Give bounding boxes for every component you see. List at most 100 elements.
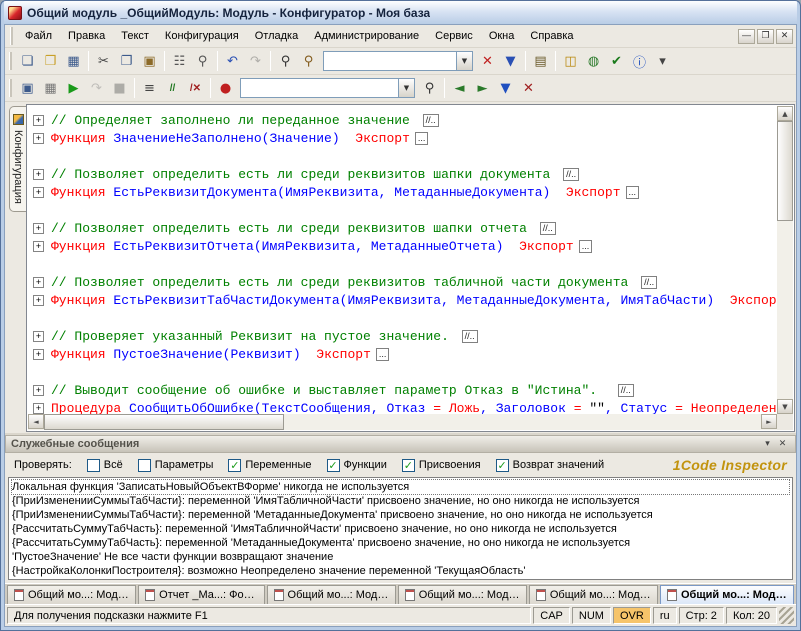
filter-checkbox-6[interactable]: ✓Возврат значений	[496, 459, 605, 472]
status-caps-indicator[interactable]: CAP	[533, 607, 570, 624]
document-tab-1[interactable]: Общий мо...: Модуль	[7, 585, 136, 604]
collapsed-block[interactable]: ...	[376, 348, 390, 361]
menu-item-9[interactable]: Справка	[522, 27, 581, 45]
code-line-13[interactable]: +// Проверяет указанный Реквизит на пуст…	[31, 327, 777, 345]
breakpoint-icon[interactable]: ●	[214, 77, 237, 99]
collapsed-block[interactable]: ...	[579, 240, 593, 253]
fold-expand-icon[interactable]: +	[33, 403, 44, 414]
menu-grip[interactable]	[10, 27, 13, 45]
vertical-scrollbar[interactable]: ▲ ▼	[777, 106, 793, 414]
code-line-1[interactable]: +// Определяет заполнено ли переданное з…	[31, 111, 777, 129]
messages-list[interactable]: Локальная функция 'ЗаписатьНовыйОбъектВФ…	[8, 477, 793, 580]
message-row-6[interactable]: 'ПустоеЗначение' Не все части функции во…	[12, 550, 789, 564]
redo-icon[interactable]: ↷	[244, 50, 267, 72]
find-next-icon[interactable]: ▼	[499, 50, 522, 72]
fold-expand-icon[interactable]: +	[33, 349, 44, 360]
menu-item-1[interactable]: Файл	[17, 27, 60, 45]
procedures-combobox[interactable]: ▼	[240, 78, 415, 98]
document-tab-2[interactable]: Отчет _Ма...: Форма	[138, 585, 264, 604]
collapsed-block[interactable]: //..	[423, 114, 439, 127]
procedures-combobox-dropdown-icon[interactable]: ▼	[398, 79, 414, 97]
status-overwrite-indicator[interactable]: OVR	[613, 607, 651, 624]
templates-icon[interactable]: ▤	[529, 50, 552, 72]
scroll-up-icon[interactable]: ▲	[777, 106, 793, 121]
title-bar[interactable]: Общий модуль _ОбщийМодуль: Модуль - Конф…	[4, 1, 797, 24]
vertical-scroll-thumb[interactable]	[777, 121, 793, 221]
menu-item-8[interactable]: Окна	[481, 27, 523, 45]
fold-expand-icon[interactable]: +	[33, 331, 44, 342]
child-minimize-button[interactable]: ―	[738, 29, 755, 44]
message-row-4[interactable]: {РассчитатьСуммуТабЧасть}: переменной 'И…	[12, 522, 789, 536]
code-line-11[interactable]: +Функция ЕстьРеквизитТабЧастиДокумента(И…	[31, 291, 777, 309]
menu-item-6[interactable]: Администрирование	[306, 27, 427, 45]
comment-block-icon[interactable]: //	[161, 77, 184, 99]
menu-item-4[interactable]: Конфигурация	[157, 27, 247, 45]
vertical-scroll-track[interactable]	[777, 121, 793, 399]
clear-search-icon[interactable]: ✕	[476, 50, 499, 72]
fold-expand-icon[interactable]: +	[33, 187, 44, 198]
document-tab-4[interactable]: Общий мо...: Модуль	[398, 585, 527, 604]
code-line-10[interactable]: +// Позволяет определить есть ли среди р…	[31, 273, 777, 291]
checkbox-icon[interactable]: ✓	[496, 459, 509, 472]
debug-client-icon[interactable]: ◍	[582, 50, 605, 72]
code-editor[interactable]: +// Определяет заполнено ли переданное з…	[26, 104, 795, 432]
status-language-indicator[interactable]: ru	[653, 607, 677, 624]
find-replace-icon[interactable]: ⚲	[297, 50, 320, 72]
scroll-right-icon[interactable]: ►	[761, 414, 777, 429]
forward-icon[interactable]: ►	[471, 77, 494, 99]
code-line-8[interactable]: +Функция ЕстьРеквизитОтчета(ИмяРеквизита…	[31, 237, 777, 255]
collapsed-block[interactable]: //..	[540, 222, 556, 235]
checkbox-icon[interactable]	[138, 459, 151, 472]
cut-icon[interactable]: ✂	[92, 50, 115, 72]
resize-grip[interactable]	[779, 607, 794, 624]
find-icon[interactable]: ⚲	[274, 50, 297, 72]
search-combobox-dropdown-icon[interactable]: ▼	[456, 52, 472, 70]
format-block-icon[interactable]: ≡	[138, 77, 161, 99]
panel-menu-icon[interactable]: ▾	[760, 437, 775, 451]
filter-checkbox-4[interactable]: ✓Функции	[327, 459, 387, 472]
code-line-7[interactable]: +// Позволяет определить есть ли среди р…	[31, 219, 777, 237]
code-line-15[interactable]	[31, 363, 777, 381]
fold-expand-icon[interactable]: +	[33, 133, 44, 144]
fold-expand-icon[interactable]: +	[33, 223, 44, 234]
code-line-3[interactable]	[31, 147, 777, 165]
panel-close-icon[interactable]: ✕	[775, 437, 790, 451]
copy-icon[interactable]: ❐	[115, 50, 138, 72]
save-icon[interactable]: ▦	[62, 50, 85, 72]
checkbox-icon[interactable]: ✓	[402, 459, 415, 472]
code-line-2[interactable]: +Функция ЗначениеНеЗаполнено(Значение) Э…	[31, 129, 777, 147]
filter-checkbox-3[interactable]: ✓Переменные	[228, 459, 311, 472]
step-over-icon[interactable]: ↷	[85, 77, 108, 99]
fold-expand-icon[interactable]: +	[33, 241, 44, 252]
collapsed-block[interactable]: //..	[462, 330, 478, 343]
scroll-left-icon[interactable]: ◄	[28, 414, 44, 429]
stop-debugging-icon[interactable]: ■	[108, 77, 131, 99]
info-icon[interactable]: ⓘ	[628, 50, 651, 72]
fold-expand-icon[interactable]: +	[33, 169, 44, 180]
uncomment-block-icon[interactable]: /✕	[184, 77, 207, 99]
new-file-icon[interactable]: ❏	[16, 50, 39, 72]
syntax-check-icon[interactable]: ✔	[605, 50, 628, 72]
toolbar-grip[interactable]	[9, 79, 12, 97]
checkbox-icon[interactable]: ✓	[327, 459, 340, 472]
checkbox-icon[interactable]	[87, 459, 100, 472]
collapsed-block[interactable]: //..	[618, 384, 634, 397]
collapsed-block[interactable]: //..	[641, 276, 657, 289]
child-restore-button[interactable]: ❐	[757, 29, 774, 44]
code-line-12[interactable]	[31, 309, 777, 327]
code-line-17[interactable]: +Процедура СообщитьОбОшибке(ТекстСообщен…	[31, 399, 777, 414]
fold-expand-icon[interactable]: +	[33, 385, 44, 396]
document-tab-6[interactable]: Общий мо...: Модуль	[660, 585, 794, 604]
back-icon[interactable]: ◄	[448, 77, 471, 99]
message-row-1[interactable]: Локальная функция 'ЗаписатьНовыйОбъектВФ…	[12, 480, 789, 494]
close-window-icon[interactable]: ✕	[517, 77, 540, 99]
menu-item-3[interactable]: Текст	[113, 27, 157, 45]
fold-expand-icon[interactable]: +	[33, 115, 44, 126]
print-preview-icon[interactable]: ⚲	[191, 50, 214, 72]
horizontal-scroll-track[interactable]	[44, 414, 761, 430]
messages-panel-header[interactable]: Служебные сообщения ▾ ✕	[5, 435, 796, 453]
code-line-9[interactable]	[31, 255, 777, 273]
message-row-2[interactable]: {ПриИзмененииСуммыТабЧасти}: переменной …	[12, 494, 789, 508]
message-row-7[interactable]: {НастройкаКолонкиПостроителя}: возможно …	[12, 564, 789, 578]
document-tab-3[interactable]: Общий мо...: Модуль	[267, 585, 396, 604]
